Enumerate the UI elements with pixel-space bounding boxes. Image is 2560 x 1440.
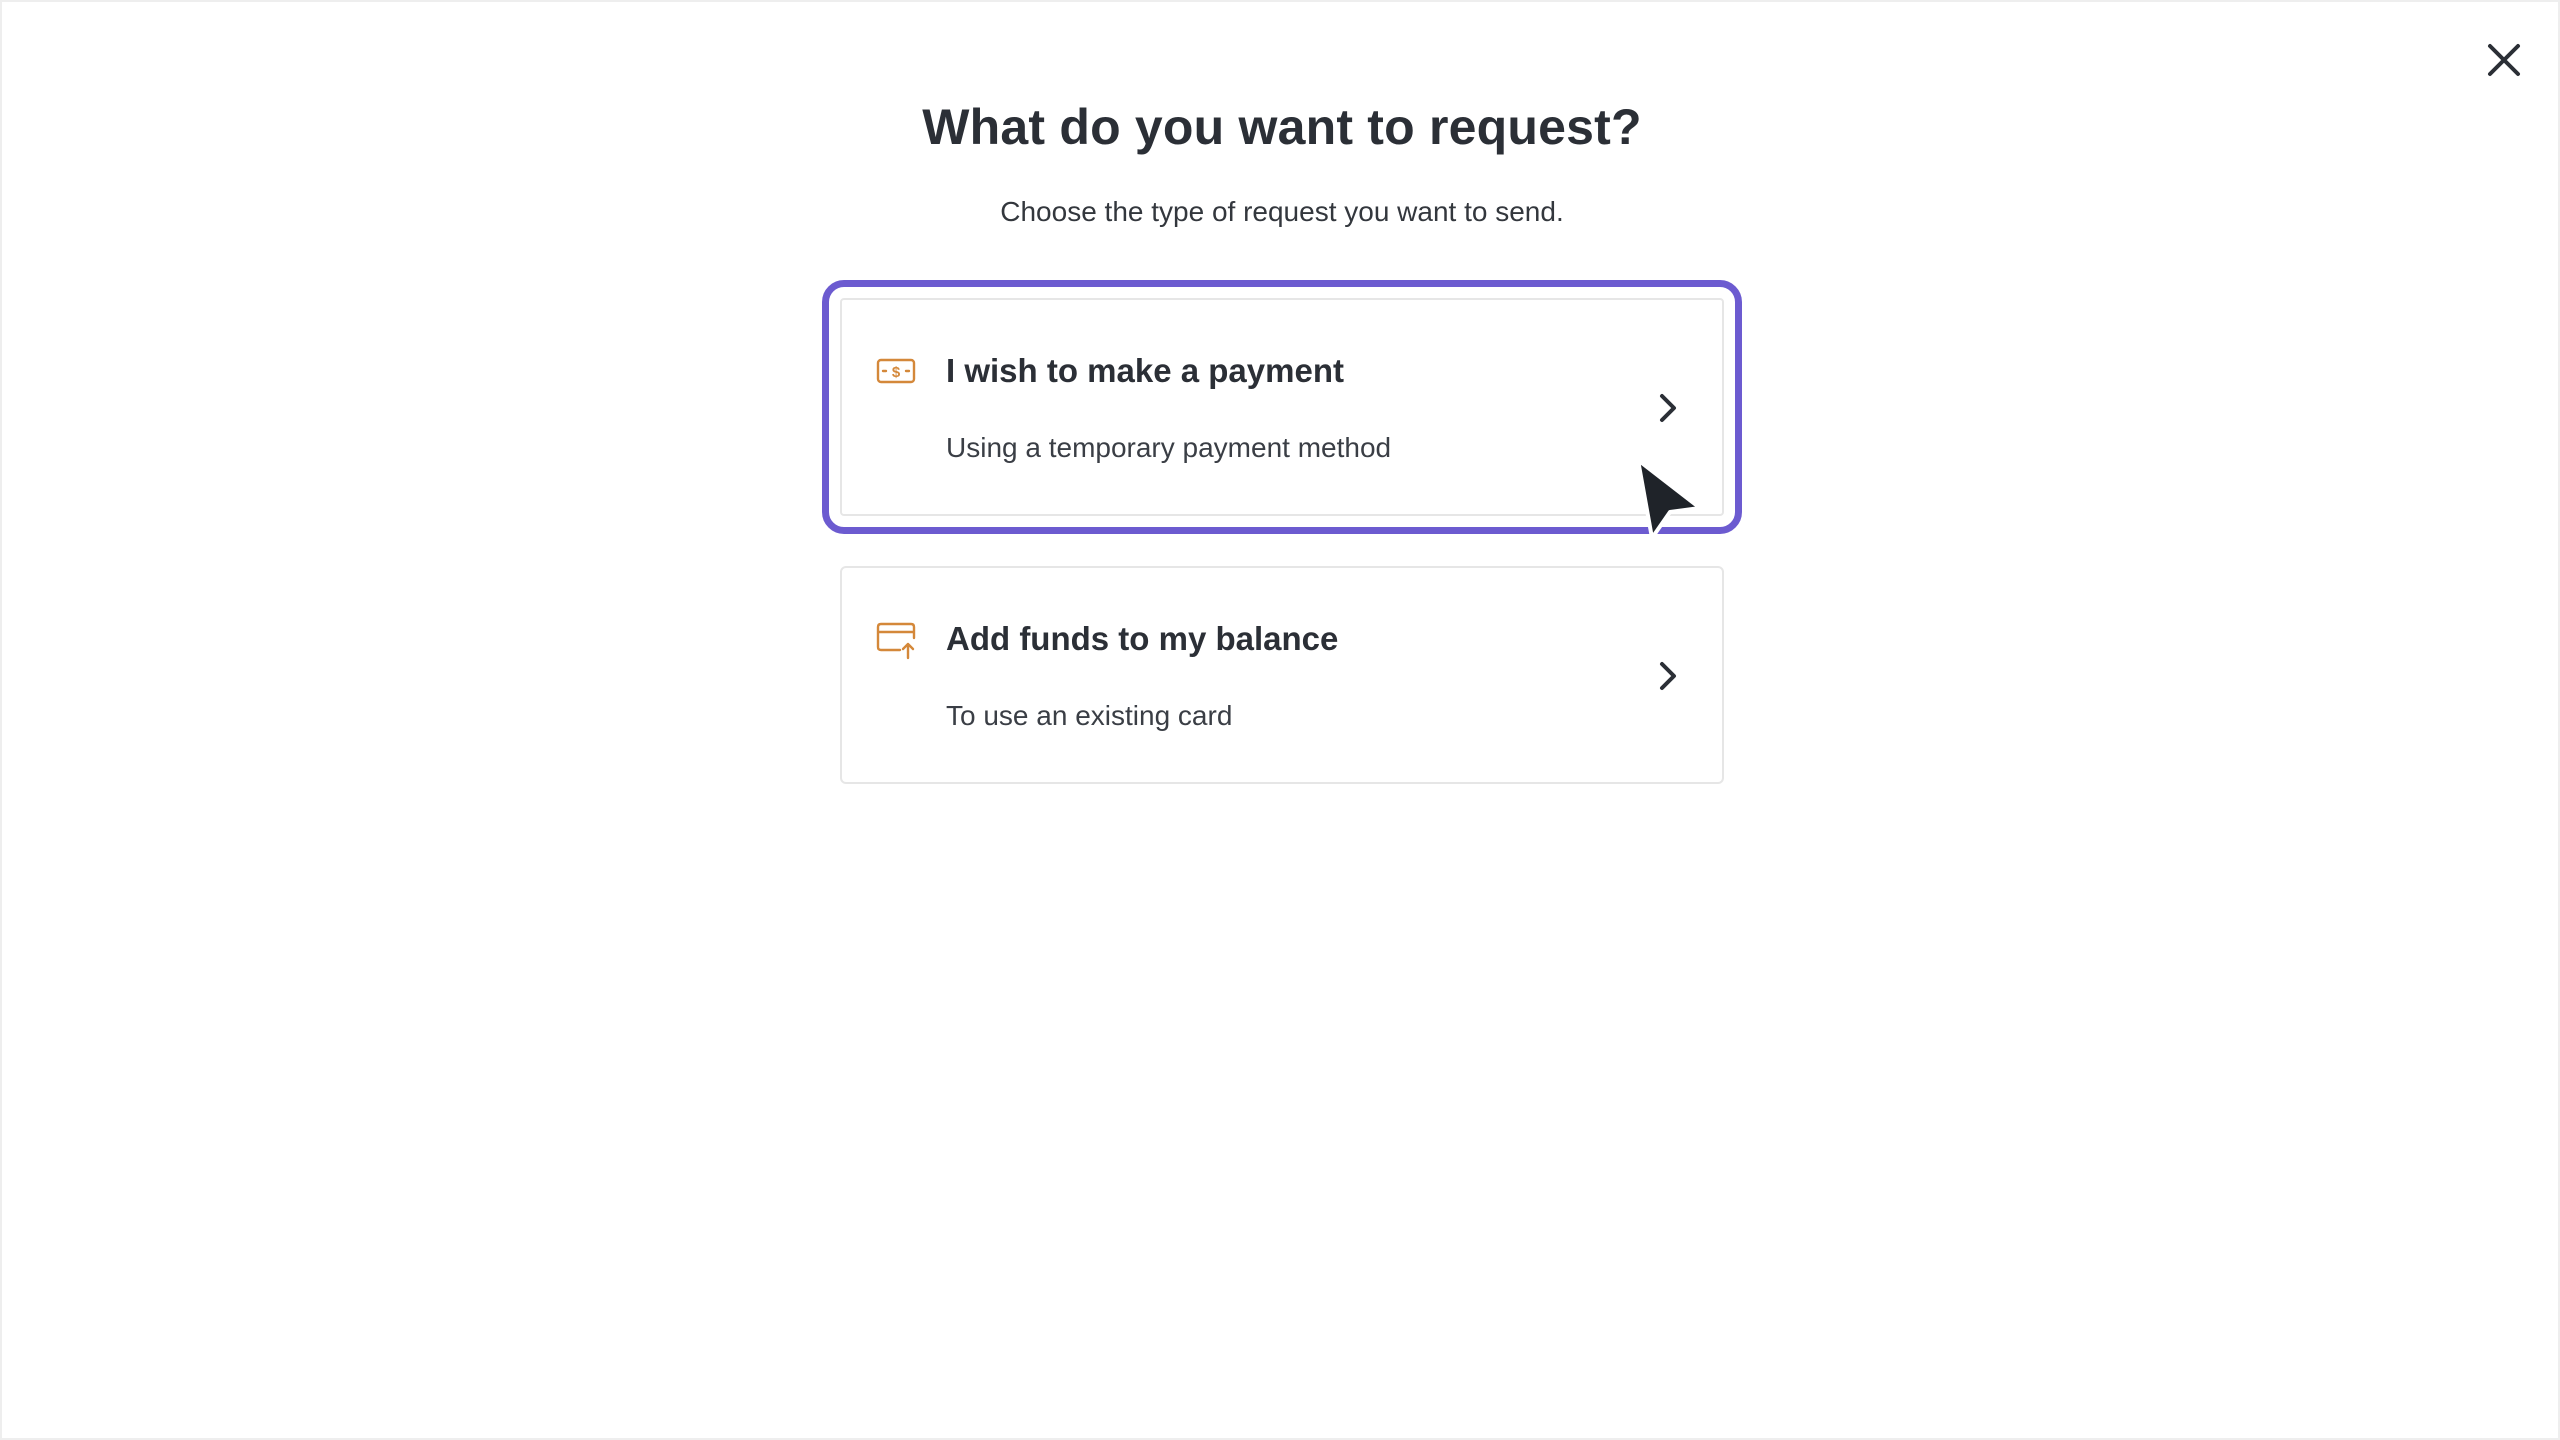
dollar-bill-icon: $ bbox=[876, 358, 916, 384]
close-icon bbox=[2488, 44, 2520, 76]
option-description: Using a temporary payment method bbox=[946, 432, 1392, 463]
chevron-right-icon bbox=[1660, 394, 1676, 422]
svg-text:$: $ bbox=[892, 364, 901, 381]
chevron-right-icon bbox=[1660, 662, 1676, 690]
page-subtitle: Choose the type of request you want to s… bbox=[1000, 196, 1564, 227]
page-title: What do you want to request? bbox=[922, 99, 1642, 155]
close-button[interactable] bbox=[2476, 32, 2532, 88]
option-title: Add funds to my balance bbox=[946, 620, 1339, 657]
option-description: To use an existing card bbox=[946, 700, 1233, 731]
card-add-icon bbox=[876, 622, 916, 660]
option-title: I wish to make a payment bbox=[946, 352, 1344, 389]
option-add-funds[interactable]: Add funds to my balance To use an existi… bbox=[840, 566, 1724, 784]
dialog: What do you want to request? Choose the … bbox=[0, 0, 2560, 1440]
option-make-payment[interactable]: $ I wish to make a payment Using a tempo… bbox=[822, 280, 1742, 534]
